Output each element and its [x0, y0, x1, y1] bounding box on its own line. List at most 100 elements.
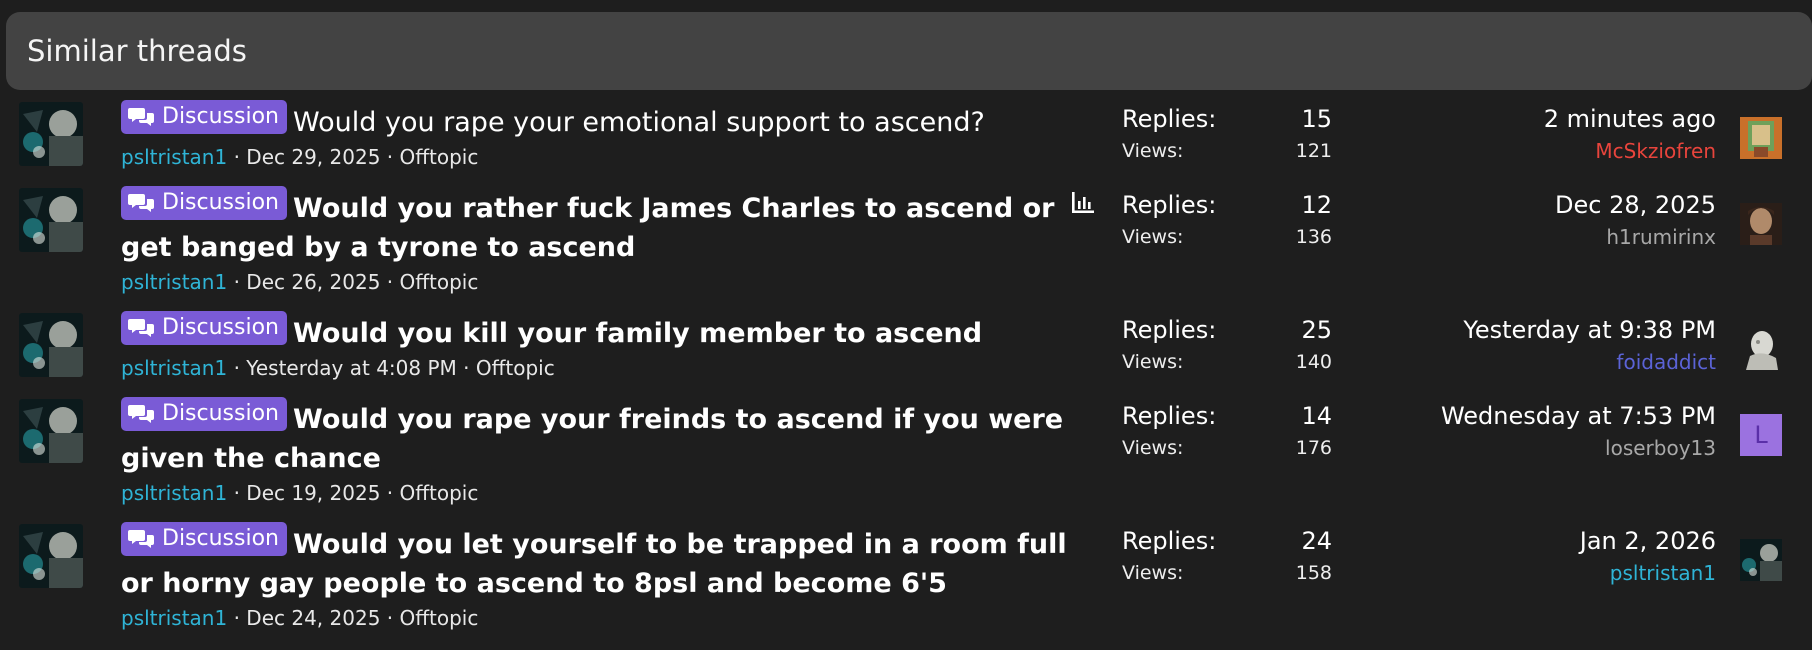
views-count: 158 [1295, 562, 1332, 584]
thread-title-line: Discussion Would you rather fuck James C… [121, 186, 1091, 267]
meta-separator: · [386, 145, 394, 169]
poll-chart-icon [1071, 192, 1095, 218]
last-post-date[interactable]: Jan 2, 2026 [1336, 525, 1716, 557]
last-post-user[interactable]: h1rumirinx [1336, 221, 1716, 253]
thread-start-date[interactable]: Dec 19, 2025 [246, 481, 380, 505]
comments-icon [128, 530, 154, 548]
prefix-label: Discussion [162, 315, 279, 340]
last-post-user[interactable]: loserboy13 [1336, 432, 1716, 464]
replies-label: Replies: [1122, 105, 1217, 133]
author-avatar[interactable] [19, 524, 83, 588]
block-header: Similar threads [6, 12, 1812, 90]
prefix-label: Discussion [162, 401, 279, 426]
prefix-label: Discussion [162, 526, 279, 551]
comments-icon [128, 319, 154, 337]
last-post-date[interactable]: 2 minutes ago [1336, 103, 1716, 135]
views-count: 136 [1295, 226, 1332, 248]
prefix-label: Discussion [162, 190, 279, 215]
replies-label: Replies: [1122, 316, 1217, 344]
last-post: Yesterday at 9:38 PM foidaddict [1336, 314, 1716, 378]
meta-separator: · [233, 145, 240, 169]
thread-start-date[interactable]: Dec 24, 2025 [246, 606, 380, 630]
comments-icon [128, 108, 154, 126]
comments-icon [128, 194, 154, 212]
thread-title-line: Discussion Would you let yourself to be … [121, 522, 1091, 603]
last-poster-avatar[interactable] [1740, 328, 1782, 370]
author-avatar[interactable] [19, 313, 83, 377]
thread-stats: Replies: 12 Views: 136 [1122, 189, 1332, 253]
thread-start-date[interactable]: Dec 29, 2025 [246, 145, 380, 169]
meta-separator: · [386, 606, 394, 630]
views-label: Views: [1122, 562, 1184, 584]
author-avatar[interactable] [19, 102, 83, 166]
last-post: Dec 28, 2025 h1rumirinx [1336, 189, 1716, 253]
author-avatar[interactable] [19, 399, 83, 463]
last-post-date[interactable]: Yesterday at 9:38 PM [1336, 314, 1716, 346]
views-label: Views: [1122, 351, 1184, 373]
meta-separator: · [386, 270, 394, 294]
thread-author[interactable]: psltristan1 [121, 145, 227, 169]
replies-count: 25 [1301, 316, 1332, 344]
last-post: Jan 2, 2026 psltristan1 [1336, 525, 1716, 589]
last-poster-avatar[interactable] [1740, 117, 1782, 159]
last-poster-avatar[interactable]: L [1740, 414, 1782, 456]
replies-count: 14 [1301, 402, 1332, 430]
replies-label: Replies: [1122, 527, 1217, 555]
last-post: 2 minutes ago McSkziofren [1336, 103, 1716, 167]
thread-forum[interactable]: Offtopic [400, 270, 479, 294]
thread-author[interactable]: psltristan1 [121, 606, 227, 630]
thread-start-date[interactable]: Yesterday at 4:08 PM [246, 356, 457, 380]
thread-stats: Replies: 14 Views: 176 [1122, 400, 1332, 464]
thread-title-line: Discussion Would you kill your family me… [121, 311, 1091, 353]
thread-stats: Replies: 15 Views: 121 [1122, 103, 1332, 167]
meta-separator: · [233, 481, 240, 505]
similar-threads-block: Similar threads Discussion Would you rap… [0, 0, 1812, 650]
discussion-prefix[interactable]: Discussion [121, 311, 287, 345]
discussion-prefix[interactable]: Discussion [121, 397, 287, 431]
thread-meta: psltristan1 · Dec 19, 2025 · Offtopic [121, 479, 1091, 507]
last-post-user[interactable]: psltristan1 [1336, 557, 1716, 589]
meta-separator: · [233, 270, 240, 294]
views-label: Views: [1122, 140, 1184, 162]
thread-meta: psltristan1 · Yesterday at 4:08 PM · Off… [121, 354, 1091, 382]
thread-author[interactable]: psltristan1 [121, 481, 227, 505]
thread-forum[interactable]: Offtopic [400, 606, 479, 630]
replies-count: 24 [1301, 527, 1332, 555]
discussion-prefix[interactable]: Discussion [121, 100, 287, 134]
avatar-letter: L [1754, 421, 1768, 449]
views-count: 176 [1295, 437, 1332, 459]
views-count: 121 [1295, 140, 1332, 162]
last-post-date[interactable]: Wednesday at 7:53 PM [1336, 400, 1716, 432]
meta-separator: · [233, 606, 240, 630]
thread-forum[interactable]: Offtopic [400, 481, 479, 505]
last-post-user[interactable]: McSkziofren [1336, 135, 1716, 167]
meta-separator: · [233, 356, 240, 380]
thread-title-line: Discussion Would you rape your emotional… [121, 100, 1091, 142]
last-post: Wednesday at 7:53 PM loserboy13 [1336, 400, 1716, 464]
thread-meta: psltristan1 · Dec 24, 2025 · Offtopic [121, 604, 1091, 632]
replies-count: 15 [1301, 105, 1332, 133]
thread-forum[interactable]: Offtopic [476, 356, 555, 380]
replies-label: Replies: [1122, 402, 1217, 430]
author-avatar[interactable] [19, 188, 83, 252]
thread-forum[interactable]: Offtopic [400, 145, 479, 169]
meta-separator: · [386, 481, 394, 505]
last-post-user[interactable]: foidaddict [1336, 346, 1716, 378]
thread-start-date[interactable]: Dec 26, 2025 [246, 270, 380, 294]
last-post-date[interactable]: Dec 28, 2025 [1336, 189, 1716, 221]
thread-author[interactable]: psltristan1 [121, 356, 227, 380]
thread-title[interactable]: Would you kill your family member to asc… [293, 318, 982, 349]
views-count: 140 [1295, 351, 1332, 373]
replies-label: Replies: [1122, 191, 1217, 219]
thread-author[interactable]: psltristan1 [121, 270, 227, 294]
last-poster-avatar[interactable] [1740, 539, 1782, 581]
views-label: Views: [1122, 437, 1184, 459]
thread-title[interactable]: Would you rape your emotional support to… [293, 107, 985, 138]
last-poster-avatar[interactable] [1740, 203, 1782, 245]
thread-stats: Replies: 25 Views: 140 [1122, 314, 1332, 378]
thread-meta: psltristan1 · Dec 29, 2025 · Offtopic [121, 143, 1091, 171]
thread-stats: Replies: 24 Views: 158 [1122, 525, 1332, 589]
discussion-prefix[interactable]: Discussion [121, 522, 287, 556]
discussion-prefix[interactable]: Discussion [121, 186, 287, 220]
views-label: Views: [1122, 226, 1184, 248]
